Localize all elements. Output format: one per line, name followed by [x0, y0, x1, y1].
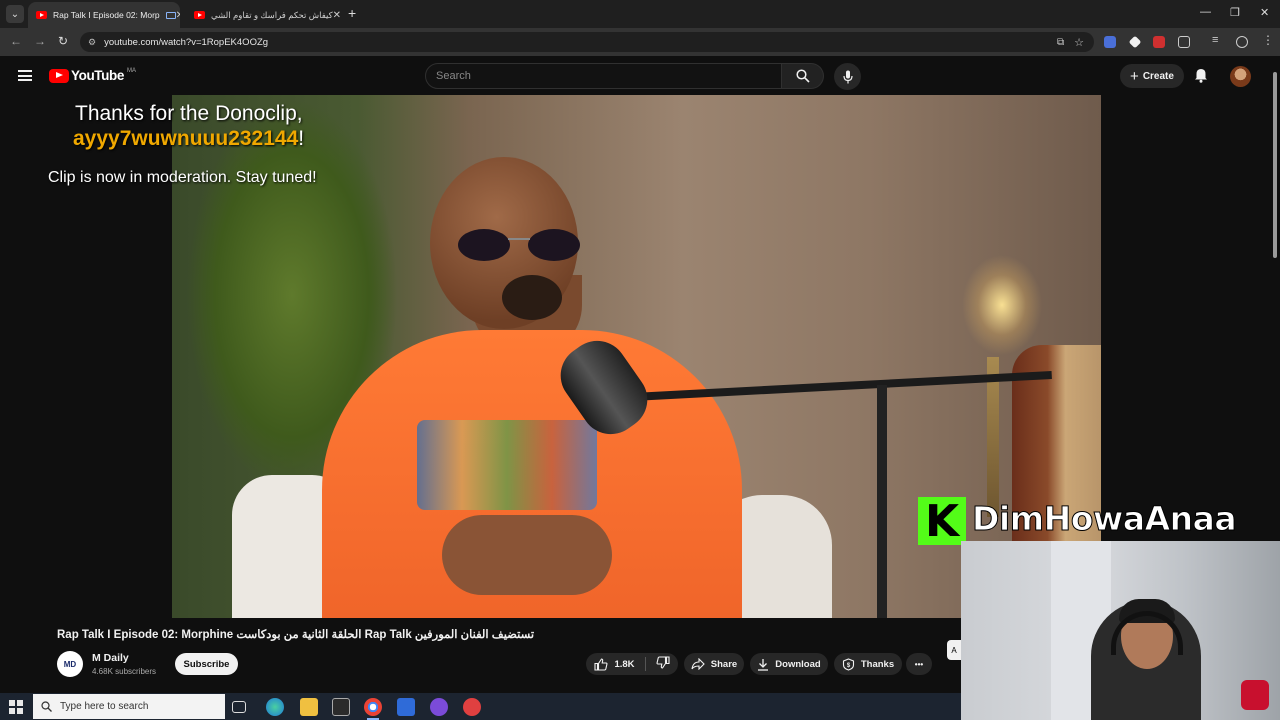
youtube-favicon-icon	[36, 11, 47, 19]
hamburger-menu-icon[interactable]	[18, 70, 32, 81]
media-queue-icon[interactable]: ≡	[1212, 34, 1218, 46]
super-thanks-icon: $	[842, 657, 854, 671]
discord-icon[interactable]	[430, 698, 448, 716]
youtube-play-icon	[49, 68, 69, 83]
video-stand	[877, 385, 887, 618]
donation-thanks-text: Thanks for the Donoclip,	[75, 102, 303, 125]
thumbs-up-icon	[594, 657, 608, 671]
kick-logo-icon: K	[918, 496, 966, 547]
streamer-webcam	[961, 541, 1280, 720]
donor-name: ayyy7wuwnuuu232144	[73, 127, 299, 150]
browser-menu-icon[interactable]: ⋮	[1262, 33, 1274, 47]
diamond-extension-icon[interactable]	[1128, 35, 1142, 49]
thanks-button[interactable]: $ Thanks	[834, 653, 902, 675]
side-panel-button[interactable]: A	[947, 640, 961, 660]
obs-recording-icon[interactable]	[463, 698, 481, 716]
microsoft-store-icon[interactable]	[332, 698, 350, 716]
notifications-bell-icon[interactable]	[1194, 68, 1208, 88]
channel-avatar[interactable]: MD	[57, 651, 83, 677]
taskbar-search-input[interactable]: Type here to search	[33, 694, 225, 719]
share-button[interactable]: Share	[684, 653, 744, 675]
youtube-logo[interactable]: YouTube MA	[49, 68, 136, 83]
search-input[interactable]: Search	[425, 63, 782, 89]
subscribe-button[interactable]: Subscribe	[175, 653, 238, 675]
video-beard	[502, 275, 562, 320]
sunglasses	[458, 229, 580, 261]
like-count: 1.8K	[614, 658, 635, 670]
moderation-text: Clip is now in moderation. Stay tuned!	[48, 169, 317, 186]
search-button[interactable]	[782, 63, 824, 89]
share-arrow-icon	[691, 658, 705, 670]
voice-search-button[interactable]	[834, 63, 861, 90]
address-bar[interactable]: ⚙ youtube.com/watch?v=1RopEK4OOZg ⧉ ☆	[80, 32, 1094, 52]
windows-start-icon[interactable]	[9, 700, 23, 714]
plus-icon: +	[1130, 67, 1139, 85]
download-button[interactable]: Download	[750, 653, 828, 675]
red-extension-icon[interactable]	[1153, 36, 1165, 48]
bookmark-star-icon[interactable]: ☆	[1074, 36, 1084, 49]
forward-arrow-icon[interactable]: →	[34, 34, 46, 48]
translate-extension-icon[interactable]	[1104, 36, 1116, 48]
create-label: Create	[1142, 70, 1174, 82]
like-dislike-group: 1.8K	[586, 653, 678, 675]
tab-active-video[interactable]: Rap Talk I Episode 02: Morp ✕	[28, 2, 180, 28]
file-explorer-icon[interactable]	[300, 698, 318, 716]
country-code: MA	[126, 67, 136, 74]
youtube-wordmark: YouTube	[71, 68, 124, 83]
youtube-header: YouTube MA Search + Create	[0, 57, 1280, 95]
close-window-button[interactable]: ✕	[1260, 6, 1269, 19]
new-tab-button[interactable]: +	[348, 5, 356, 21]
install-app-icon[interactable]: ⧉	[1057, 37, 1064, 48]
tab-title: Rap Talk I Episode 02: Morp	[53, 10, 160, 20]
video-title: Rap Talk I Episode 02: Morphine الحلقة ا…	[57, 629, 535, 641]
download-icon	[758, 658, 769, 671]
chrome-browser-icon[interactable]	[364, 698, 382, 720]
tab-search-button[interactable]: ⌄	[6, 5, 24, 23]
video-shirt-print	[417, 420, 597, 510]
page-scrollbar[interactable]	[1273, 72, 1277, 258]
cast-icon	[165, 11, 176, 19]
extensions-puzzle-icon[interactable]	[1178, 36, 1190, 48]
profile-icon[interactable]	[1236, 36, 1248, 48]
maximize-button[interactable]: ❐	[1230, 6, 1240, 19]
youtube-favicon-icon	[194, 11, 205, 19]
like-divider	[644, 657, 646, 671]
close-tab-icon[interactable]: ✕	[333, 10, 341, 21]
subscriber-count: 4.68K subscribers	[92, 667, 157, 676]
browser-tab-strip: ⌄ Rap Talk I Episode 02: Morp ✕ كيفاش تح…	[0, 0, 1280, 28]
svg-text:$: $	[847, 663, 851, 669]
close-tab-icon[interactable]: ✕	[176, 10, 180, 21]
donation-name-line: ayyy7wuwnuuu232144!	[73, 127, 304, 151]
emote-icon	[1241, 680, 1269, 710]
more-actions-button[interactable]: •••	[906, 653, 932, 675]
back-arrow-icon[interactable]: ←	[10, 34, 22, 48]
like-button[interactable]: 1.8K	[594, 657, 635, 671]
streamer-username: DimHowaAnaa	[971, 499, 1237, 539]
search-icon	[795, 69, 810, 83]
create-button[interactable]: + Create	[1120, 64, 1184, 88]
video-hands	[442, 515, 612, 595]
tab-title: كيفاش تحكم فراسك و تقاوم الشي	[211, 9, 333, 20]
search-placeholder: Search	[436, 70, 471, 82]
taskbar-search-placeholder: Type here to search	[60, 701, 149, 712]
site-info-icon[interactable]: ⚙	[88, 37, 96, 48]
edge-browser-icon[interactable]	[266, 698, 284, 716]
search-icon	[41, 701, 52, 712]
channel-name[interactable]: M Daily	[92, 652, 129, 664]
thumbs-down-icon	[656, 656, 670, 669]
reload-icon[interactable]: ↻	[58, 34, 68, 48]
donation-exclamation: !	[298, 127, 305, 150]
download-label: Download	[775, 658, 821, 670]
task-view-icon[interactable]	[232, 701, 246, 713]
dislike-button[interactable]	[656, 656, 670, 672]
thanks-label: Thanks	[860, 658, 895, 670]
minimize-button[interactable]: —	[1200, 6, 1211, 18]
microphone-icon	[842, 70, 853, 83]
browser-toolbar: ← → ↻ ⚙ youtube.com/watch?v=1RopEK4OOZg …	[0, 28, 1280, 56]
account-avatar[interactable]	[1230, 66, 1251, 87]
share-label: Share	[710, 658, 738, 670]
outlook-icon[interactable]	[397, 698, 415, 716]
url-text: youtube.com/watch?v=1RopEK4OOZg	[104, 36, 269, 48]
tab-second-video[interactable]: كيفاش تحكم فراسك و تقاوم الشي ✕	[186, 2, 342, 28]
